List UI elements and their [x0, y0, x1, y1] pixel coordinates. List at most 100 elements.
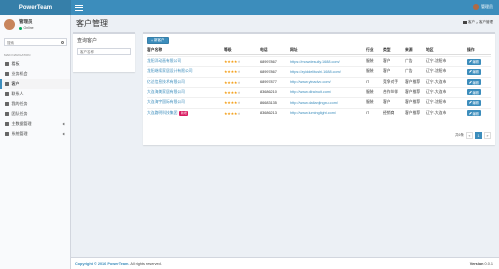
customer-name-link[interactable]: 大连海美家居有限公司 [147, 90, 185, 95]
edit-button[interactable]: 编辑 [467, 68, 481, 75]
table-row: 大连海美家居有限公司 ★ ★ ★ ★ ★ 83686210 http://www.dlrain… [147, 86, 491, 97]
customer-name-link[interactable]: 大连路明科技集团 [147, 111, 177, 116]
sidebar-item[interactable]: 系统管理 [0, 129, 70, 139]
page-number-button[interactable]: 1 [475, 132, 482, 139]
industry-cell: 服装 [366, 69, 374, 74]
pencil-icon [469, 111, 472, 115]
table-row: 大连海宇国际有限公司 ★ ★ ★ ★ ★ 86683135 http://www.dalian… [147, 97, 491, 107]
customer-name-input[interactable] [77, 48, 131, 55]
sidebar-item[interactable]: 客户 [0, 79, 70, 89]
pencil-icon [469, 70, 472, 74]
column-header: 来源 [405, 48, 413, 52]
star-icon: ★ [237, 59, 241, 64]
area-cell: 辽宁-大连市 [426, 110, 447, 115]
phone-cell: 83686210 [260, 90, 277, 95]
edit-button[interactable]: 编辑 [467, 110, 481, 116]
sidebar-item[interactable]: 团队任务 [0, 109, 70, 119]
pagination: 共6条 « 1 » [455, 132, 491, 139]
edit-label: 编辑 [472, 80, 479, 85]
nav-header: MAIN NAVIGATION [4, 53, 31, 57]
column-header: 客户名称 [147, 48, 163, 52]
star-icon: ★ [237, 100, 241, 106]
customer-icon [5, 82, 9, 86]
column-header: 行业 [366, 48, 374, 52]
source-cell: 广告 [405, 69, 413, 74]
rating-stars: ★ ★ ★ ★ ★ [224, 78, 240, 87]
filter-title: 查询客户 [77, 38, 98, 44]
website-link[interactable]: http://www.yinadvc.com/ [290, 78, 331, 87]
footer-brand-link[interactable]: PowerTeam. [107, 262, 129, 266]
customer-table-panel: + 新客户 客户名称 等级 电话 网址 行业 类型 来源 地区 操作 龙阳洋动画… [143, 32, 495, 145]
breadcrumb-current: 客户管理 [479, 20, 493, 24]
website-link[interactable]: http://www.dalianjingxu.com/ [290, 98, 338, 107]
prev-page-button[interactable]: « [466, 132, 473, 139]
type-cell: 客户 [383, 100, 391, 105]
sidebar-item[interactable]: 我的任务 [0, 99, 70, 109]
edit-label: 编辑 [472, 90, 479, 95]
app-logo[interactable]: PowerTeam [0, 0, 71, 15]
industry-cell: 服装 [366, 59, 374, 63]
sidebar-item[interactable]: 看板 [0, 59, 70, 69]
home-icon [463, 21, 467, 24]
sidebar-item[interactable]: 主数据管理 [0, 119, 70, 129]
source-cell: 客户推荐 [405, 79, 421, 84]
edit-button[interactable]: 编辑 [467, 99, 481, 106]
customer-name-link[interactable]: 龙阳继续家居设计有限公司 [147, 69, 193, 74]
industry-cell: 服装 [366, 89, 374, 94]
column-header: 类型 [383, 48, 391, 52]
edit-button[interactable]: 编辑 [467, 58, 481, 65]
column-header: 地区 [426, 48, 434, 52]
customer-name-link[interactable]: 大连海宇国际有限公司 [147, 100, 185, 105]
add-customer-label: 新客户 [154, 38, 165, 42]
edit-button[interactable]: 编辑 [467, 79, 481, 86]
sidebar-item-label: 系统管理 [11, 131, 28, 136]
area-cell: 辽宁-大连市 [426, 79, 447, 84]
source-cell: 客户推荐 [405, 110, 421, 115]
next-page-button[interactable]: » [484, 132, 491, 139]
team-task-icon [5, 112, 9, 116]
online-status-label: Online [23, 26, 34, 30]
rating-stars: ★ ★ ★ ★ ★ [224, 109, 240, 118]
column-header: 操作 [467, 48, 475, 52]
phone-cell: 68997867 [260, 59, 277, 64]
contact-icon [5, 92, 9, 96]
website-link[interactable]: http://www.dlrainuit.com/ [290, 88, 331, 97]
customer-name-link[interactable]: 亿达信息技术有限公司 [147, 80, 185, 85]
star-icon: ★ [237, 79, 241, 85]
breadcrumb-item[interactable]: 客户 [468, 20, 475, 25]
sidebar-search-input[interactable] [7, 40, 57, 45]
avatar [473, 4, 479, 10]
sidebar-item[interactable]: 联系人 [0, 89, 70, 99]
sidebar-item-label: 看板 [11, 61, 20, 66]
filter-panel: 查询客户 [73, 32, 135, 72]
pencil-icon [469, 91, 472, 94]
sidebar-item[interactable]: 业务机会 [0, 69, 70, 79]
footer: Copyright © 2016 PowerTeam. All rights r… [71, 257, 499, 269]
table-row: 亿达信息技术有限公司 ★ ★ ★ ★ ★ 68997877 http://www.yinadv… [147, 76, 491, 87]
edit-button[interactable]: 编辑 [467, 89, 481, 96]
phone-cell: 83686213 [260, 111, 277, 115]
add-customer-button[interactable]: + 新客户 [147, 37, 169, 44]
area-cell: 辽宁-沈阳市 [426, 59, 447, 63]
rating-stars: ★ ★ ★ ★ ★ [224, 88, 240, 97]
type-cell: 经销商 [383, 110, 395, 115]
website-link[interactable]: https://mowdesuily.1688.com/ [290, 57, 340, 66]
sidebar-item-label: 主数据管理 [11, 121, 32, 126]
website-link[interactable]: https://zyiddelitushi.1688.com/ [290, 67, 341, 76]
sidebar-item-label: 客户 [11, 81, 20, 86]
sidebar-item-label: 我的任务 [11, 101, 28, 106]
rating-stars: ★ ★ ★ ★ ★ [224, 57, 240, 66]
edit-label: 编辑 [472, 70, 479, 75]
search-icon[interactable] [60, 40, 64, 44]
column-header: 网址 [290, 48, 298, 52]
edit-label: 编辑 [472, 111, 479, 116]
sidebar-search [4, 38, 67, 46]
copyright-prefix: Copyright © 2016 [75, 262, 107, 266]
industry-cell: IT [366, 80, 370, 85]
user-menu[interactable]: 管理员 [473, 4, 493, 10]
customer-name-link[interactable]: 龙阳洋动画有限公司 [147, 59, 181, 64]
table-row: 大连路明科技集团 新增 ★ ★ ★ ★ ★ 83686213 http://www.luming… [147, 107, 491, 118]
opportunity-icon [5, 72, 9, 76]
hamburger-icon[interactable] [75, 3, 83, 11]
website-link[interactable]: http://www.luminglight.com/ [290, 109, 336, 118]
